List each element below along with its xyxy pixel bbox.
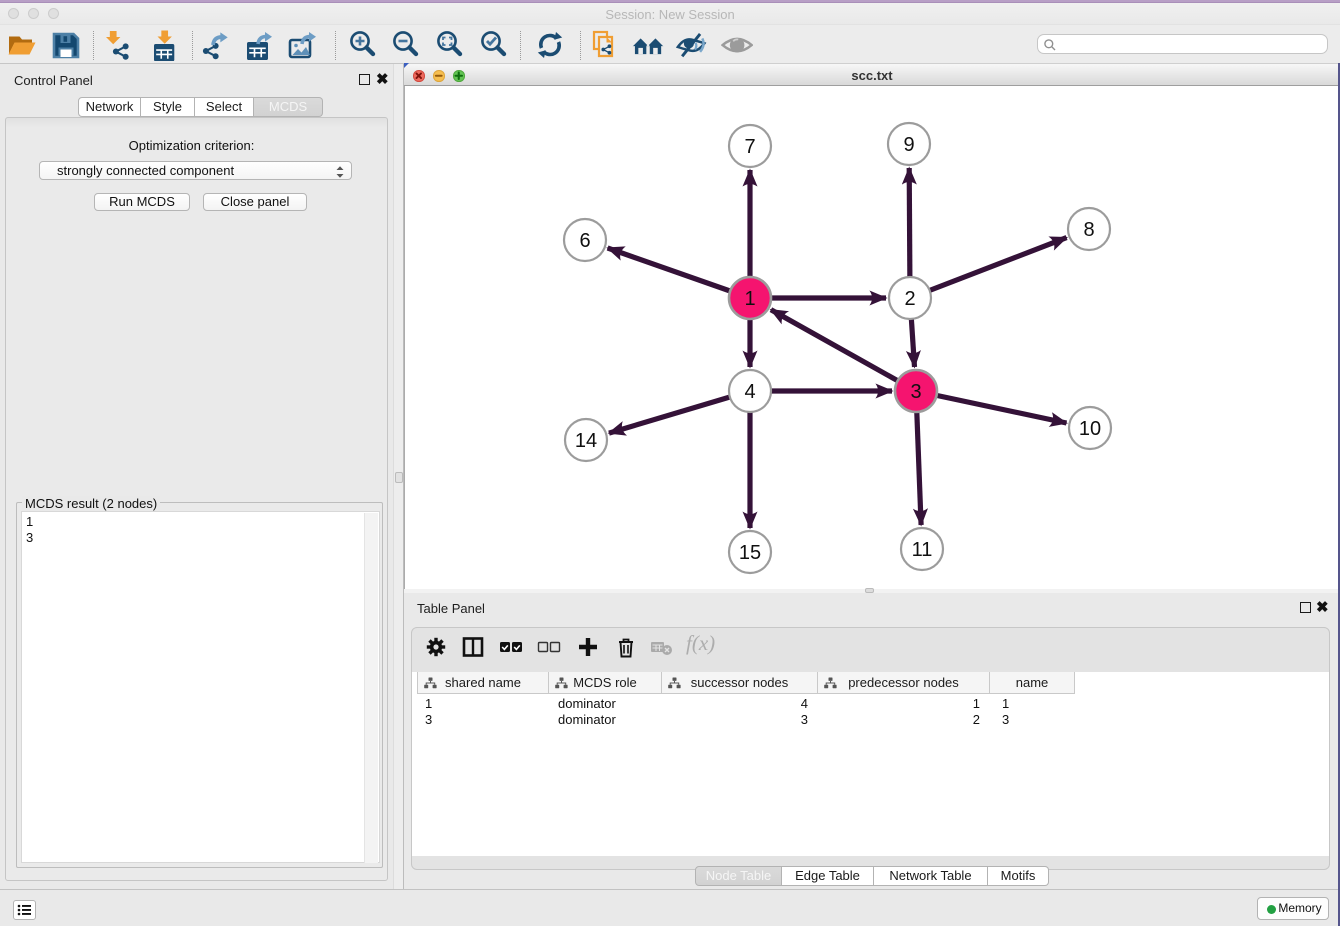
svg-text:14: 14	[575, 430, 597, 452]
svg-text:2: 2	[904, 288, 915, 310]
svg-text:4: 4	[744, 381, 755, 403]
svg-text:6: 6	[579, 230, 590, 252]
svg-text:15: 15	[739, 542, 761, 564]
svg-text:8: 8	[1083, 219, 1094, 241]
svg-text:10: 10	[1079, 418, 1101, 440]
svg-text:3: 3	[910, 381, 921, 403]
svg-text:11: 11	[912, 539, 933, 561]
svg-text:1: 1	[744, 288, 755, 310]
svg-text:9: 9	[903, 134, 914, 156]
svg-text:7: 7	[744, 136, 755, 158]
